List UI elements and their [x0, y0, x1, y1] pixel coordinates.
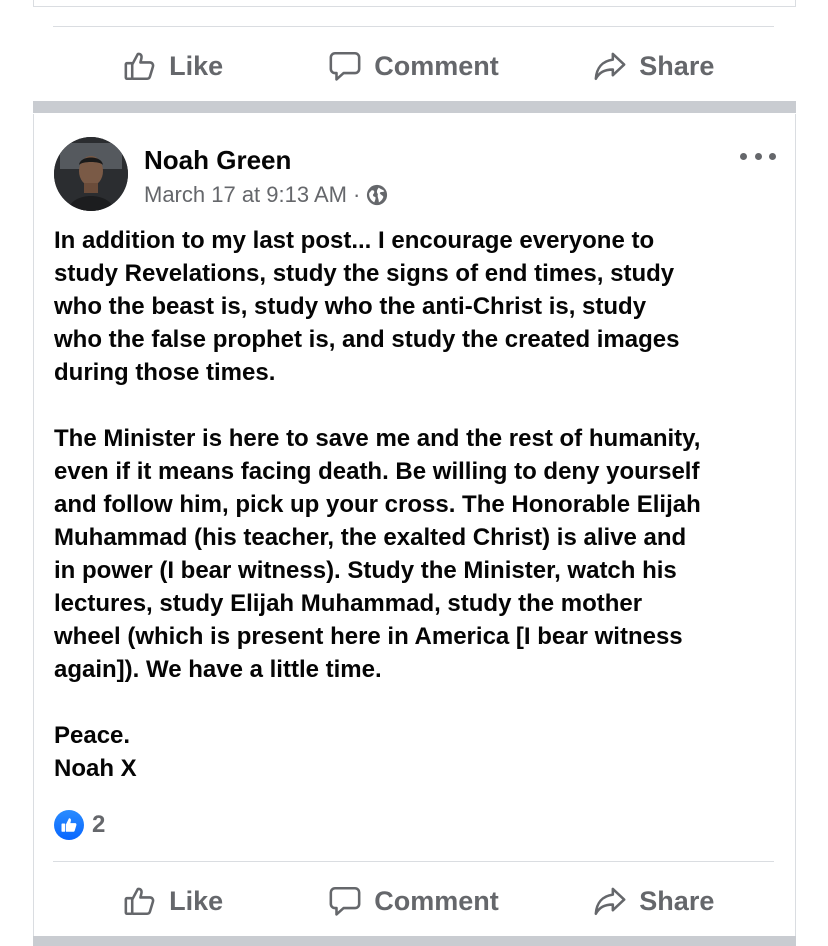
post-line: Noah X — [54, 755, 137, 782]
post-meta: March 17 at 9:13 AM · — [144, 182, 388, 208]
avatar[interactable] — [54, 137, 128, 211]
thumbs-up-icon — [124, 887, 155, 916]
previous-post-card — [33, 0, 796, 7]
comment-button[interactable]: Comment — [293, 884, 533, 918]
meta-separator: · — [353, 182, 361, 207]
thumbs-up-icon — [124, 52, 155, 81]
post-action-bar: Like Comment Share — [53, 871, 774, 931]
more-dot-icon — [769, 152, 776, 160]
post-body: In addition to my last post... I encoura… — [54, 224, 784, 785]
feed-separator — [33, 101, 796, 113]
post-timestamp[interactable]: March 17 at 9:13 AM — [144, 182, 347, 208]
post-line: Peace. — [54, 722, 131, 749]
post-line: even if it means facing death. Be willin… — [54, 458, 700, 485]
post-line: In addition to my last post... I encoura… — [54, 227, 655, 254]
reaction-summary[interactable]: 2 — [54, 810, 105, 840]
share-button[interactable]: Share — [534, 884, 774, 918]
previous-post-action-bar: Like Comment Share — [53, 36, 774, 96]
share-arrow-icon — [594, 52, 626, 81]
more-dot-icon — [740, 152, 747, 160]
like-button[interactable]: Like — [53, 884, 293, 918]
post-line: who the beast is, study who the anti-Chr… — [54, 293, 647, 320]
feed-separator — [33, 936, 796, 946]
post-line: and follow him, pick up your cross. The … — [54, 491, 701, 518]
card-border-left — [33, 114, 34, 936]
card-border-right — [795, 114, 796, 936]
share-arrow-icon — [594, 887, 626, 916]
like-reaction-icon — [54, 810, 84, 840]
comment-bubble-icon — [329, 51, 361, 81]
post-line: wheel (which is present here in America … — [54, 623, 683, 650]
post-line: The Minister is here to save me and the … — [54, 425, 701, 452]
comment-button[interactable]: Comment — [293, 49, 533, 83]
comment-label: Comment — [374, 50, 499, 81]
profile-photo-icon — [54, 137, 128, 211]
comment-label: Comment — [374, 885, 499, 916]
reaction-count: 2 — [92, 811, 106, 838]
post-author[interactable]: Noah Green — [144, 145, 291, 176]
comment-bubble-icon — [329, 886, 361, 916]
post-line: lectures, study Elijah Muhammad, study t… — [54, 590, 643, 617]
post-line: study Revelations, study the signs of en… — [54, 260, 675, 287]
share-label: Share — [639, 885, 715, 916]
post-line: in power (I bear witness). Study the Min… — [54, 557, 677, 584]
post-line: again]). We have a little time. — [54, 656, 382, 683]
post-line: Muhammad (his teacher, the exalted Chris… — [54, 524, 687, 551]
like-label: Like — [169, 885, 224, 916]
divider — [53, 861, 774, 862]
share-label: Share — [639, 50, 715, 81]
more-dot-icon — [754, 152, 762, 160]
more-options-button[interactable] — [740, 148, 776, 164]
like-label: Like — [169, 50, 224, 81]
share-button[interactable]: Share — [534, 49, 774, 83]
like-button[interactable]: Like — [53, 49, 293, 83]
post-line: who the false prophet is, and study the … — [54, 326, 680, 353]
globe-icon — [367, 184, 388, 206]
post-line: during those times. — [54, 359, 276, 386]
divider — [53, 26, 774, 27]
